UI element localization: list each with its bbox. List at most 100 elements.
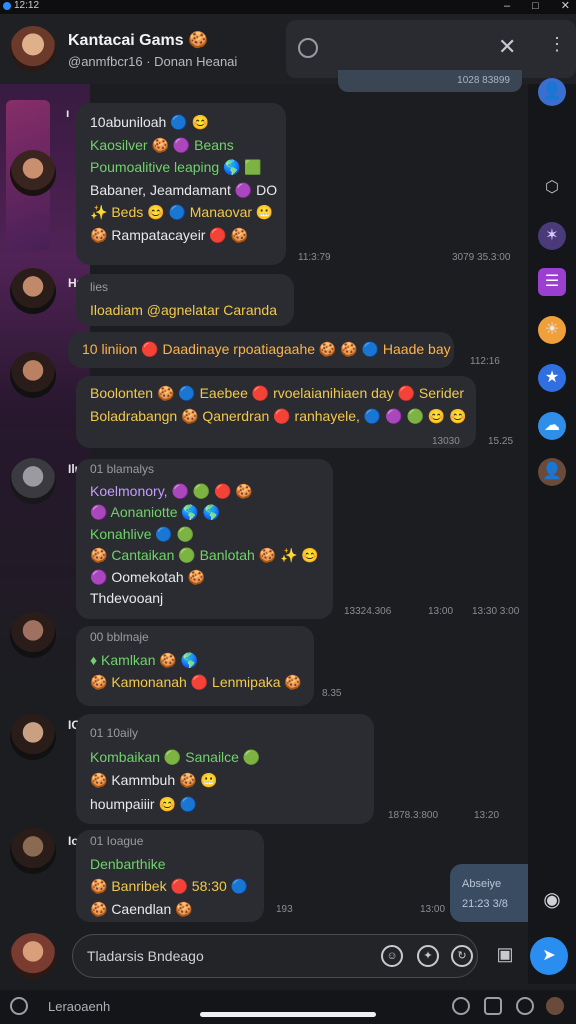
- message-time: 112:16: [470, 356, 500, 367]
- sender-avatar[interactable]: [10, 828, 56, 874]
- message-time: 193: [276, 904, 293, 915]
- message-line: Thdevooanj: [90, 590, 164, 606]
- contact-avatar-icon[interactable]: 👤: [538, 458, 566, 486]
- message-bubble[interactable]: lies Iloadiam @agnelatar Caranda: [76, 274, 294, 326]
- message-bubble[interactable]: 10 liniion 🔴 Daadinaye rpoatiagaahe 🍪 🍪 …: [68, 332, 454, 368]
- message-line: Poumoalitive leaping 🌎 🟩: [90, 159, 262, 175]
- camera-icon[interactable]: ◉: [538, 886, 566, 914]
- status-time: 12:12: [14, 0, 40, 11]
- message-time: 13:20: [474, 810, 500, 821]
- message-time: 13:30 3:00: [472, 606, 520, 617]
- chat-avatar[interactable]: [10, 26, 56, 72]
- app-icon: [3, 2, 11, 10]
- bottom-label[interactable]: Leraoaenh: [48, 999, 110, 1014]
- compass-icon[interactable]: ✶: [538, 222, 566, 250]
- home-indicator[interactable]: [200, 1012, 376, 1017]
- window-controls: – □ ✕: [504, 0, 570, 12]
- emoji-panel-icon[interactable]: [452, 997, 470, 1015]
- message-bubble[interactable]: 00 bblmaje ♦ Kamlkan 🍪 🌎 🍪 Kamonanah 🔴 Len…: [76, 626, 314, 706]
- sender-avatar[interactable]: [10, 714, 56, 760]
- message-line: houmpaiiir 😊 🔵: [90, 795, 198, 812]
- message-line: 10abuniloah 🔵 😊: [90, 114, 209, 130]
- sender-avatar[interactable]: [10, 268, 56, 314]
- cube-icon[interactable]: ⬡: [538, 174, 566, 202]
- outgoing-message[interactable]: Abseiye 21:23 3/8: [450, 864, 528, 922]
- settings-icon[interactable]: [10, 997, 28, 1015]
- close-window-icon[interactable]: ✕: [561, 0, 570, 12]
- message-bubble[interactable]: Boolonten 🍪 🔵 Eaebee 🔴 rvoelaianihiaen d…: [76, 376, 476, 448]
- message-line: ✨ Beds 😊 🔵 Manaovar 😬: [90, 204, 274, 220]
- maximize-icon[interactable]: □: [532, 0, 539, 12]
- message-line: 🍪 Caendlan 🍪: [90, 900, 193, 917]
- message-time: 1878.3:800: [388, 810, 439, 821]
- emoji-icon[interactable]: ☺: [381, 945, 403, 967]
- message-line: Kombaikan 🟢 Sanailce 🟢: [90, 748, 261, 765]
- message-line: ♦ Kamlkan 🍪 🌎: [90, 651, 199, 668]
- sender-avatar[interactable]: [10, 150, 56, 196]
- sun-icon[interactable]: ☀: [538, 316, 566, 344]
- message-line: 🍪 Kammbuh 🍪 😬: [90, 772, 218, 788]
- message-line: 🍪 Banribek 🔴 58:30 🔵: [90, 878, 249, 894]
- clock-icon[interactable]: [298, 38, 318, 58]
- message-line: Iloadiam @agnelatar Caranda: [90, 301, 277, 318]
- message-bubble[interactable]: 10abuniloah 🔵 😊 Kaosilver 🍪 🟣 Beans Poumoa…: [76, 103, 286, 265]
- gif-icon[interactable]: ↻: [451, 945, 473, 967]
- message-bubble[interactable]: 01 Ioague Denbarthike 🍪 Banribek 🔴 58:30 🔵…: [76, 830, 264, 922]
- message-line: Boladrabangn 🍪 Qanerdran 🔴 ranhayele, 🔵 …: [90, 407, 467, 424]
- message-time: 8.35: [322, 688, 342, 699]
- message-time: 11:3:79: [298, 252, 331, 263]
- gallery-icon[interactable]: [484, 997, 502, 1015]
- message-time: 13324.306: [344, 606, 392, 617]
- message-time: 13:00: [420, 904, 446, 915]
- message-bubble[interactable]: 01 10aily Kombaikan 🟢 Sanailce 🟢 🍪 Kammbuh…: [76, 714, 374, 824]
- message-line: Babaner, Jeamdamant 🟣 DO: [90, 181, 278, 198]
- sticker-icon[interactable]: ✦: [417, 945, 439, 967]
- more-options-icon[interactable]: ⋮: [548, 34, 566, 55]
- message-line: lies: [90, 280, 109, 294]
- message-time: 13030: [432, 436, 460, 447]
- outgoing-text: Abseiye: [462, 878, 502, 890]
- send-button[interactable]: ➤: [530, 937, 568, 975]
- sender-avatar[interactable]: [10, 458, 56, 504]
- bottom-bar: Leraoaenh: [0, 990, 576, 1024]
- message-line: 00 bblmaje: [90, 630, 149, 644]
- message-line: Boolonten 🍪 🔵 Eaebee 🔴 rvoelaianihiaen d…: [90, 385, 465, 401]
- sender-avatar[interactable]: [10, 612, 56, 658]
- sender-avatar[interactable]: [10, 352, 56, 398]
- cloud-icon[interactable]: ☁: [538, 412, 566, 440]
- chat-title[interactable]: Kantacai Gams 🍪: [68, 30, 208, 50]
- message-line: Kaosilver 🍪 🟣 Beans: [90, 136, 234, 153]
- message-line: 10 liniion 🔴 Daadinaye rpoatiagaahe 🍪 🍪 …: [82, 341, 451, 357]
- pinned-bubble: 1028 83899: [338, 70, 522, 92]
- attach-camera-icon[interactable]: ▣: [492, 944, 518, 968]
- message-bubble[interactable]: 01 blamalys Koelmonory, 🟣 🟢 🔴 🍪 🟣 Aonaniot…: [76, 459, 333, 619]
- profile-icon[interactable]: [546, 997, 564, 1015]
- chat-subtitle: @anmfbcr16 · Donan Heanai: [68, 54, 238, 69]
- message-line: Konahlive 🔵 🟢: [90, 525, 195, 542]
- minimize-icon[interactable]: –: [504, 0, 510, 12]
- message-line: 🟣 Oomekotah 🍪: [90, 568, 206, 585]
- message-input[interactable]: Tladarsis Bndeago ☺ ✦ ↻: [72, 934, 478, 978]
- message-time: 3079 35.3:00: [452, 252, 511, 263]
- message-placeholder: Tladarsis Bndeago: [87, 948, 204, 964]
- message-line: 01 10aily: [90, 726, 139, 740]
- reaction-icon[interactable]: [516, 997, 534, 1015]
- message-line: Denbarthike: [90, 855, 166, 872]
- message-time: 15.25: [488, 436, 514, 447]
- message-line: 🍪 Rampatacayeir 🔴 🍪: [90, 226, 249, 243]
- status-bar: 12:12 – □ ✕: [0, 0, 576, 14]
- message-line: 🍪 Kamonanah 🔴 Lenmipaka 🍪: [90, 674, 302, 690]
- message-line: 01 blamalys: [90, 462, 155, 476]
- message-line: 🟣 Aonaniotte 🌎 🌎: [90, 504, 221, 520]
- notes-icon[interactable]: ☰: [538, 268, 566, 296]
- my-avatar[interactable]: [10, 933, 56, 979]
- message-line: Koelmonory, 🟣 🟢 🔴 🍪: [90, 482, 253, 499]
- star-icon[interactable]: ★: [538, 364, 566, 392]
- message-line: 01 Ioague: [90, 834, 144, 848]
- close-icon[interactable]: ✕: [498, 34, 516, 60]
- message-line: 🍪 Cantaikan 🟢 Banlotah 🍪 ✨ 😊: [90, 547, 319, 563]
- user-avatar-icon[interactable]: 👤: [538, 78, 566, 106]
- outgoing-time: 21:23 3/8: [462, 898, 508, 910]
- sender-marker: ı: [66, 106, 70, 120]
- message-time: 13:00: [428, 606, 454, 617]
